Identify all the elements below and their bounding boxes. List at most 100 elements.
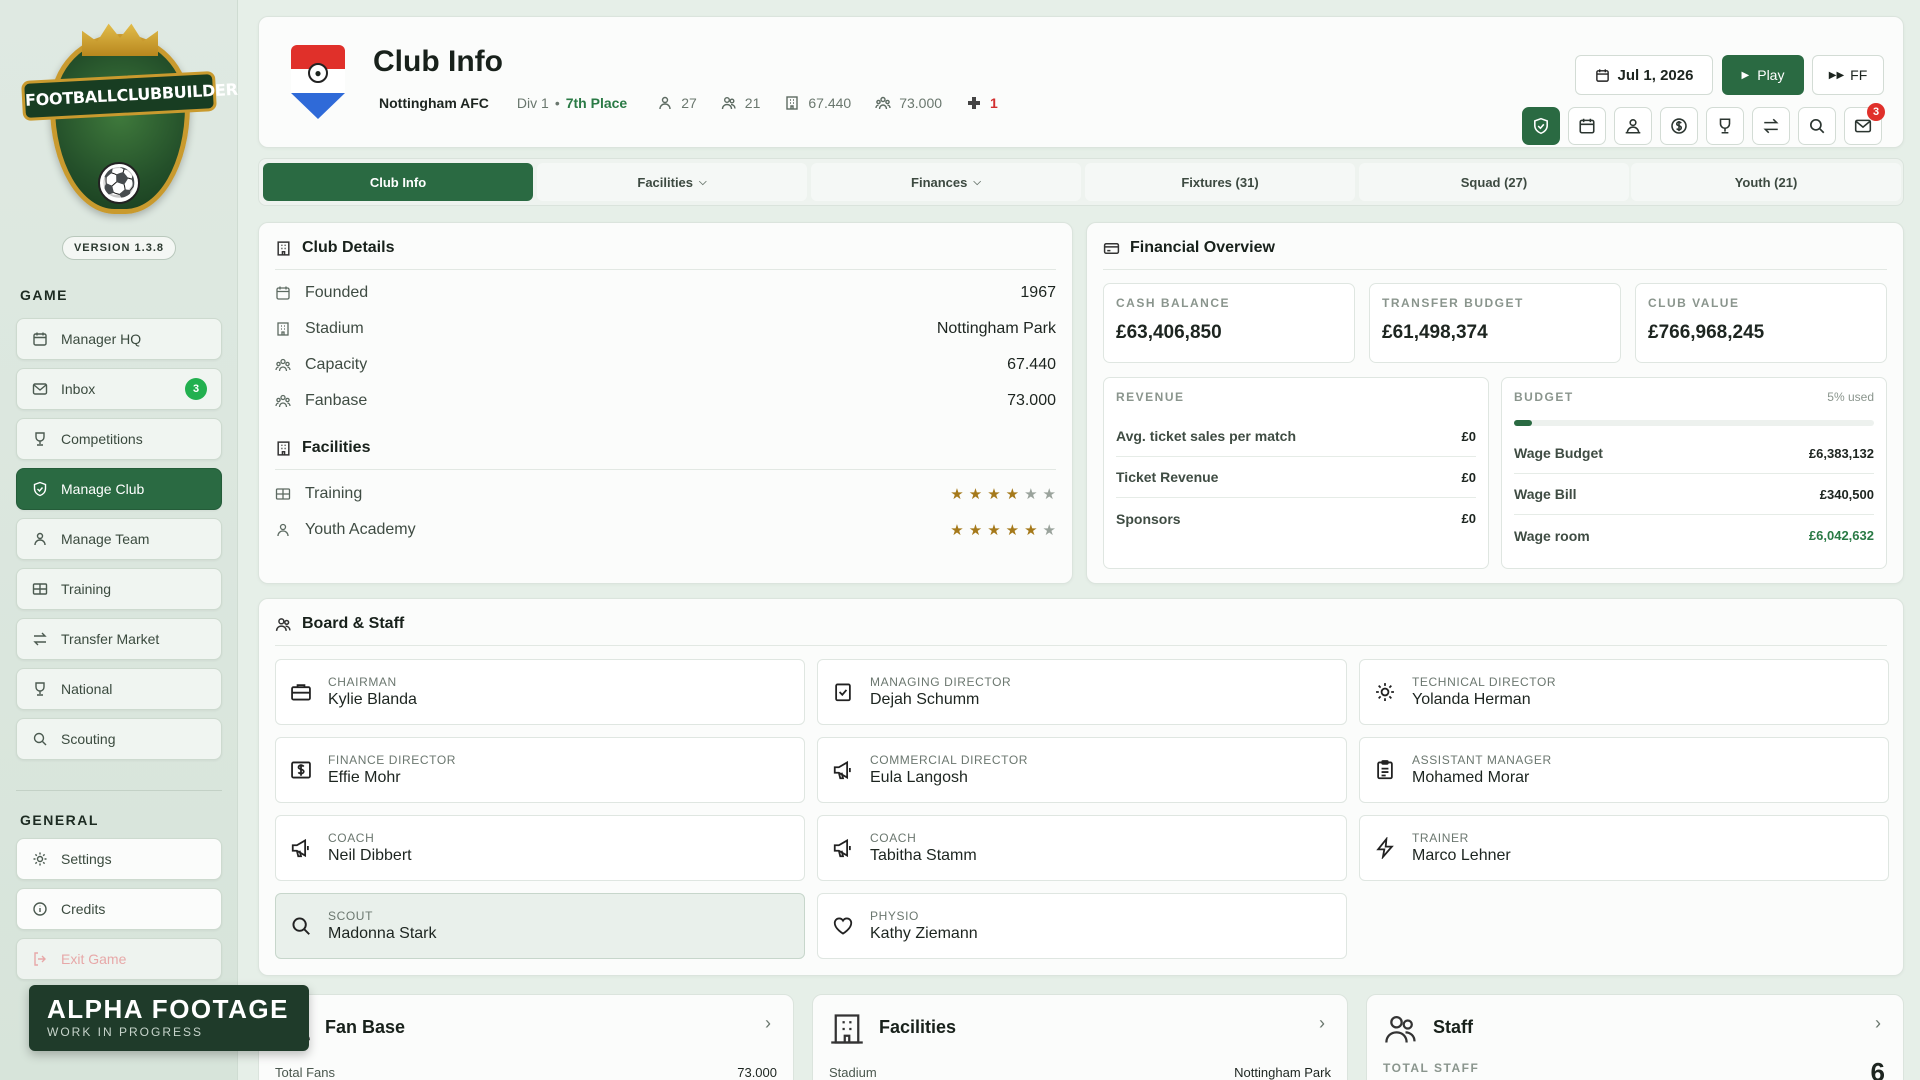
row-value: £0 bbox=[1461, 511, 1476, 526]
tab-finances[interactable]: Finances ⌵ bbox=[811, 163, 1081, 201]
megaphone-icon bbox=[832, 837, 856, 859]
divider bbox=[275, 269, 1056, 270]
staff-name: Tabitha Stamm bbox=[870, 847, 977, 864]
tab-fixtures[interactable]: Fixtures (31) bbox=[1085, 163, 1355, 201]
sidebar-item-inbox[interactable]: Inbox 3 bbox=[16, 368, 222, 410]
revenue-box: REVENUE Avg. ticket sales per match £0 Ti… bbox=[1103, 377, 1489, 569]
nav-divider bbox=[16, 790, 222, 791]
budget-progress-fill bbox=[1514, 420, 1532, 426]
star-filled-icon: ★ bbox=[987, 522, 1001, 539]
bolt-icon bbox=[1374, 837, 1398, 859]
fan-base-card[interactable]: Fan Base › Total Fans 73.000 bbox=[258, 994, 794, 1080]
nav-section-game: GAME bbox=[20, 287, 68, 303]
staff-tile-chairman[interactable]: CHAIRMAN Kylie Blanda bbox=[275, 659, 805, 725]
staff-tile-assistant-manager[interactable]: ASSISTANT MANAGER Mohamed Morar bbox=[1359, 737, 1889, 803]
fast-forward-button[interactable]: ▶▶ FF bbox=[1812, 55, 1884, 95]
play-label: Play bbox=[1757, 67, 1785, 83]
division-label: Div 1 bbox=[516, 95, 549, 111]
sidebar-item-manage-team[interactable]: Manage Team bbox=[16, 518, 222, 560]
page-title: Club Info bbox=[373, 45, 503, 78]
staff-info: TECHNICAL DIRECTOR Yolanda Herman bbox=[1412, 675, 1556, 709]
exit-icon bbox=[31, 950, 49, 968]
revenue-row: Sponsors £0 bbox=[1116, 498, 1476, 539]
board-staff-card: Board & Staff CHAIRMAN Kylie Blanda MANAGI… bbox=[258, 598, 1904, 976]
sidebar-item-scouting[interactable]: Scouting bbox=[16, 718, 222, 760]
staff-tile-finance-director[interactable]: FINANCE DIRECTOR Effie Mohr bbox=[275, 737, 805, 803]
row-value: £0 bbox=[1461, 428, 1476, 444]
star-filled-icon: ★ bbox=[1005, 486, 1020, 503]
briefcase-icon bbox=[290, 681, 314, 703]
sidebar-item-national[interactable]: National bbox=[16, 668, 222, 710]
staff-role: COMMERCIAL DIRECTOR bbox=[870, 753, 1029, 767]
toolbar-team-button[interactable] bbox=[1614, 107, 1652, 145]
staff-tile-commercial-director[interactable]: COMMERCIAL DIRECTOR Eula Langosh bbox=[817, 737, 1347, 803]
overlay-subtitle: WORK IN PROGRESS bbox=[47, 1025, 204, 1039]
search-icon bbox=[290, 915, 314, 937]
toolbar-competitions-button[interactable] bbox=[1706, 107, 1744, 145]
crest-blue bbox=[291, 93, 345, 119]
financial-overview-title: Financial Overview bbox=[1103, 239, 1275, 257]
staff-tile-physio[interactable]: PHYSIO Kathy Ziemann bbox=[817, 893, 1347, 959]
box-value: £63,406,850 bbox=[1116, 322, 1222, 343]
staff-tile-managing-director[interactable]: MANAGING DIRECTOR Dejah Schumm bbox=[817, 659, 1347, 725]
toolbar-search-button[interactable] bbox=[1798, 107, 1836, 145]
current-date-button[interactable]: Jul 1, 2026 bbox=[1575, 55, 1713, 95]
play-button[interactable]: ▶ Play bbox=[1722, 55, 1804, 95]
player-icon bbox=[657, 95, 673, 111]
staff-tile-coach[interactable]: COACH Tabitha Stamm bbox=[817, 815, 1347, 881]
youth-icon bbox=[721, 95, 737, 111]
tab-squad[interactable]: Squad (27) bbox=[1359, 163, 1629, 201]
tab-youth[interactable]: Youth (21) bbox=[1631, 163, 1901, 201]
training-icon bbox=[275, 486, 293, 502]
staff-role: COACH bbox=[328, 831, 375, 845]
sidebar-item-training[interactable]: Training bbox=[16, 568, 222, 610]
toolbar-club-button[interactable] bbox=[1522, 107, 1560, 145]
people-icon bbox=[275, 616, 292, 633]
facilities-title: Facilities bbox=[275, 439, 370, 457]
staff-info: FINANCE DIRECTOR Effie Mohr bbox=[328, 753, 456, 787]
staff-summary-card[interactable]: Staff › TOTAL STAFF 6 bbox=[1366, 994, 1904, 1080]
toolbar-transfers-button[interactable] bbox=[1752, 107, 1790, 145]
row-value: £6,383,132 bbox=[1808, 445, 1874, 461]
sidebar-item-credits[interactable]: Credits bbox=[16, 888, 222, 930]
calendar-icon bbox=[275, 285, 293, 301]
staff-tile-scout[interactable]: SCOUT Madonna Stark bbox=[275, 893, 805, 959]
team-icon bbox=[1624, 117, 1642, 135]
calendar-icon bbox=[1578, 117, 1596, 135]
club-details-card: Club Details Founded 1967 Stadium Nottin… bbox=[258, 222, 1073, 584]
tab-label: Facilities bbox=[637, 174, 694, 190]
divider bbox=[275, 645, 1887, 646]
sidebar-item-manager-hq[interactable]: Manager HQ bbox=[16, 318, 222, 360]
tab-label: Fixtures (31) bbox=[1181, 174, 1259, 190]
staff-tile-coach[interactable]: COACH Neil Dibbert bbox=[275, 815, 805, 881]
building-icon bbox=[784, 95, 800, 111]
staff-tile-technical-director[interactable]: TECHNICAL DIRECTOR Yolanda Herman bbox=[1359, 659, 1889, 725]
facility-row-training: Training ★ ★ ★ ★ ★ ★ bbox=[275, 482, 1056, 506]
tab-facilities[interactable]: Facilities ⌵ bbox=[537, 163, 807, 201]
facilities-summary-card[interactable]: Facilities › Stadium Nottingham Park bbox=[812, 994, 1348, 1080]
sidebar-item-manage-club[interactable]: Manage Club bbox=[16, 468, 222, 510]
budget-used-label: 5% used bbox=[1827, 390, 1874, 404]
sidebar-item-transfer-market[interactable]: Transfer Market bbox=[16, 618, 222, 660]
tab-club-info[interactable]: Club Info bbox=[263, 163, 533, 201]
budget-box: BUDGET 5% used Wage Budget £6,383,132 Wag… bbox=[1501, 377, 1887, 569]
staff-info: CHAIRMAN Kylie Blanda bbox=[328, 675, 417, 709]
staff-tile-trainer[interactable]: TRAINER Marco Lehner bbox=[1359, 815, 1889, 881]
box-label: CASH BALANCE bbox=[1116, 296, 1230, 310]
revenue-row: Ticket Revenue £0 bbox=[1116, 457, 1476, 498]
medical-cross-icon bbox=[966, 95, 982, 111]
toolbar-finances-button[interactable] bbox=[1660, 107, 1698, 145]
sidebar-item-label: Settings bbox=[61, 851, 112, 867]
sidebar-item-settings[interactable]: Settings bbox=[16, 838, 222, 880]
megaphone-icon bbox=[290, 837, 314, 859]
sidebar-item-exit-game[interactable]: Exit Game bbox=[16, 938, 222, 980]
section-title: Club Details bbox=[302, 239, 395, 256]
card-label: TOTAL STAFF bbox=[1383, 1061, 1480, 1075]
search-icon bbox=[1808, 117, 1826, 135]
row-label: Wage Budget bbox=[1514, 445, 1603, 461]
staff-role: SCOUT bbox=[328, 909, 373, 923]
card-row: Stadium Nottingham Park bbox=[829, 1065, 1331, 1080]
row-value: 73.000 bbox=[737, 1065, 777, 1080]
sidebar-item-competitions[interactable]: Competitions bbox=[16, 418, 222, 460]
toolbar-calendar-button[interactable] bbox=[1568, 107, 1606, 145]
